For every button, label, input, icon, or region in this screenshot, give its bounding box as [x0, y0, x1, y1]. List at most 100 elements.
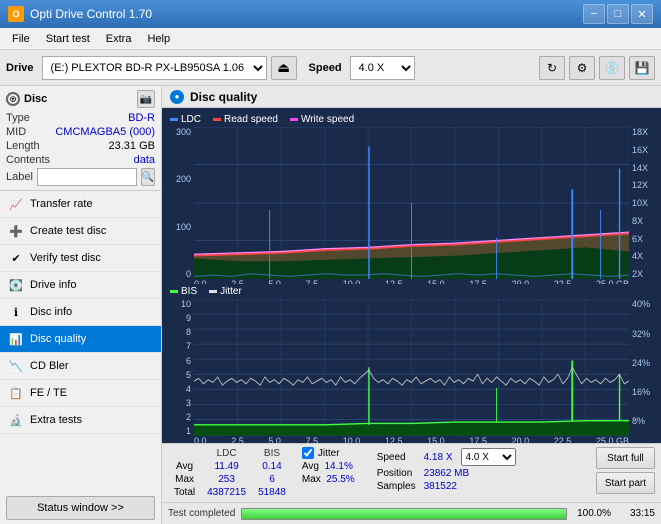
disc-icon: ◎ — [6, 92, 20, 106]
menu-start-test[interactable]: Start test — [38, 31, 98, 47]
chart1-inner: 3002001000 — [166, 127, 657, 279]
chart2-container: BIS Jitter 10987654321 — [166, 284, 657, 439]
nav-label-extra-tests: Extra tests — [30, 414, 82, 426]
total-label: Total — [168, 486, 201, 499]
drive-select[interactable]: (E:) PLEXTOR BD-R PX-LB950SA 1.06 — [42, 56, 267, 80]
disc-mid-row: MID CMCMAGBA5 (000) — [6, 126, 155, 138]
title-bar: O Opti Drive Control 1.70 − □ ✕ — [0, 0, 661, 28]
nav-label-create-test-disc: Create test disc — [30, 225, 106, 237]
disc-contents-row: Contents data — [6, 154, 155, 166]
cd-bler-icon: 📉 — [8, 358, 24, 374]
menu-file[interactable]: File — [4, 31, 38, 47]
speed-select-stats[interactable]: 4.0 X — [461, 448, 516, 466]
position-row: Position 23862 MB — [373, 467, 520, 480]
jitter-max-row: Max 25.5% — [302, 474, 355, 485]
speed-label: Speed — [309, 62, 342, 74]
length-label: Length — [6, 140, 40, 152]
disc-photo-button[interactable]: 📷 — [137, 90, 155, 108]
avg-label: Avg — [168, 460, 201, 473]
label-input[interactable] — [37, 168, 137, 186]
sidebar: ◎ Disc 📷 Type BD-R MID CMCMAGBA5 (000) L… — [0, 86, 162, 524]
start-part-button[interactable]: Start part — [596, 472, 655, 494]
nav-label-transfer-rate: Transfer rate — [30, 198, 93, 210]
menu-extra[interactable]: Extra — [98, 31, 140, 47]
samples-label-cell: Samples — [373, 480, 420, 493]
menu-bar: File Start test Extra Help — [0, 28, 661, 50]
nav-disc-info[interactable]: ℹ Disc info — [0, 299, 161, 326]
legend-ldc: LDC — [170, 114, 201, 125]
start-full-button[interactable]: Start full — [596, 447, 655, 469]
chart2-x-axis: 0.02.55.07.510.012.515.017.520.022.525.0… — [166, 436, 657, 443]
quality-title: Disc quality — [190, 90, 257, 104]
create-test-disc-icon: ➕ — [8, 223, 24, 239]
status-window-button[interactable]: Status window >> — [6, 496, 155, 520]
progress-bar-area: Test completed 100.0% 33:15 — [162, 502, 661, 524]
settings-button[interactable]: ⚙ — [569, 56, 595, 80]
app-title: Opti Drive Control 1.70 — [30, 7, 152, 21]
right-stats: Speed 4.18 X 4.0 X Position 23862 MB Sam… — [373, 447, 520, 493]
avg-bis: 0.14 — [252, 460, 292, 473]
nav-create-test-disc[interactable]: ➕ Create test disc — [0, 218, 161, 245]
eject-button[interactable]: ⏏ — [271, 56, 297, 80]
nav-transfer-rate[interactable]: 📈 Transfer rate — [0, 191, 161, 218]
legend-bis: BIS — [170, 286, 197, 297]
nav-label-fe-te: FE / TE — [30, 387, 67, 399]
type-value: BD-R — [128, 112, 155, 124]
verify-test-disc-icon: ✔ — [8, 250, 24, 266]
chart1-container: LDC Read speed Write speed 3002001000 — [166, 112, 657, 282]
speed-select[interactable]: 4.0 X — [350, 56, 415, 80]
speed-row: Speed 4.18 X 4.0 X — [373, 447, 520, 467]
minimize-button[interactable]: − — [583, 4, 605, 24]
progress-percent: 100.0% — [573, 508, 611, 519]
app-icon: O — [8, 6, 24, 22]
transfer-rate-icon: 📈 — [8, 196, 24, 212]
total-ldc: 4387215 — [201, 486, 252, 499]
jitter-checkbox[interactable] — [302, 447, 314, 459]
chart2-y-axis-left: 10987654321 — [166, 299, 194, 436]
chart1-svg — [194, 127, 629, 279]
jitter-label: Jitter — [220, 286, 242, 297]
mid-label: MID — [6, 126, 26, 138]
label-search-button[interactable]: 🔍 — [141, 168, 155, 186]
max-label: Max — [168, 473, 201, 486]
save-button[interactable]: 💾 — [629, 56, 655, 80]
nav-label-disc-info: Disc info — [30, 306, 72, 318]
jitter-section: Jitter — [302, 447, 355, 459]
nav-label-verify-test-disc: Verify test disc — [30, 252, 101, 264]
menu-help[interactable]: Help — [139, 31, 178, 47]
chart2-inner: 10987654321 — [166, 299, 657, 436]
nav-extra-tests[interactable]: 🔬 Extra tests — [0, 407, 161, 434]
nav-cd-bler[interactable]: 📉 CD Bler — [0, 353, 161, 380]
samples-value-cell: 381522 — [420, 480, 520, 493]
nav-disc-quality[interactable]: 📊 Disc quality — [0, 326, 161, 353]
nav-label-disc-quality: Disc quality — [30, 333, 86, 345]
label-label: Label — [6, 171, 33, 183]
disc-label-row: Label 🔍 — [6, 168, 155, 186]
stats-area: LDCBIS Avg 11.49 0.14 Max 253 6 Total — [162, 443, 661, 502]
position-value-cell: 23862 MB — [420, 467, 520, 480]
nav-items: 📈 Transfer rate ➕ Create test disc ✔ Ver… — [0, 191, 161, 492]
disc-info-icon: ℹ — [8, 304, 24, 320]
nav-drive-info[interactable]: 💽 Drive info — [0, 272, 161, 299]
fe-te-icon: 📋 — [8, 385, 24, 401]
disc-quality-icon: 📊 — [8, 331, 24, 347]
write-speed-dot — [290, 118, 298, 121]
chart1-y-axis-left: 3002001000 — [166, 127, 194, 279]
refresh-button[interactable]: ↻ — [539, 56, 565, 80]
stats-table: LDCBIS Avg 11.49 0.14 Max 253 6 Total — [168, 447, 292, 499]
maximize-button[interactable]: □ — [607, 4, 629, 24]
extra-tests-icon: 🔬 — [8, 412, 24, 428]
nav-fe-te[interactable]: 📋 FE / TE — [0, 380, 161, 407]
jitter-avg-row: Avg 14.1% — [302, 461, 355, 472]
disc-button[interactable]: 💿 — [599, 56, 625, 80]
stats-max-row: Max 253 6 — [168, 473, 292, 486]
chart2-legend: BIS Jitter — [166, 284, 657, 299]
chart1-legend: LDC Read speed Write speed — [166, 112, 657, 127]
drive-label: Drive — [6, 62, 34, 74]
close-button[interactable]: ✕ — [631, 4, 653, 24]
legend-read-speed: Read speed — [213, 114, 278, 125]
nav-verify-test-disc[interactable]: ✔ Verify test disc — [0, 245, 161, 272]
ldc-dot — [170, 118, 178, 121]
max-ldc: 253 — [201, 473, 252, 486]
legend-write-speed: Write speed — [290, 114, 354, 125]
